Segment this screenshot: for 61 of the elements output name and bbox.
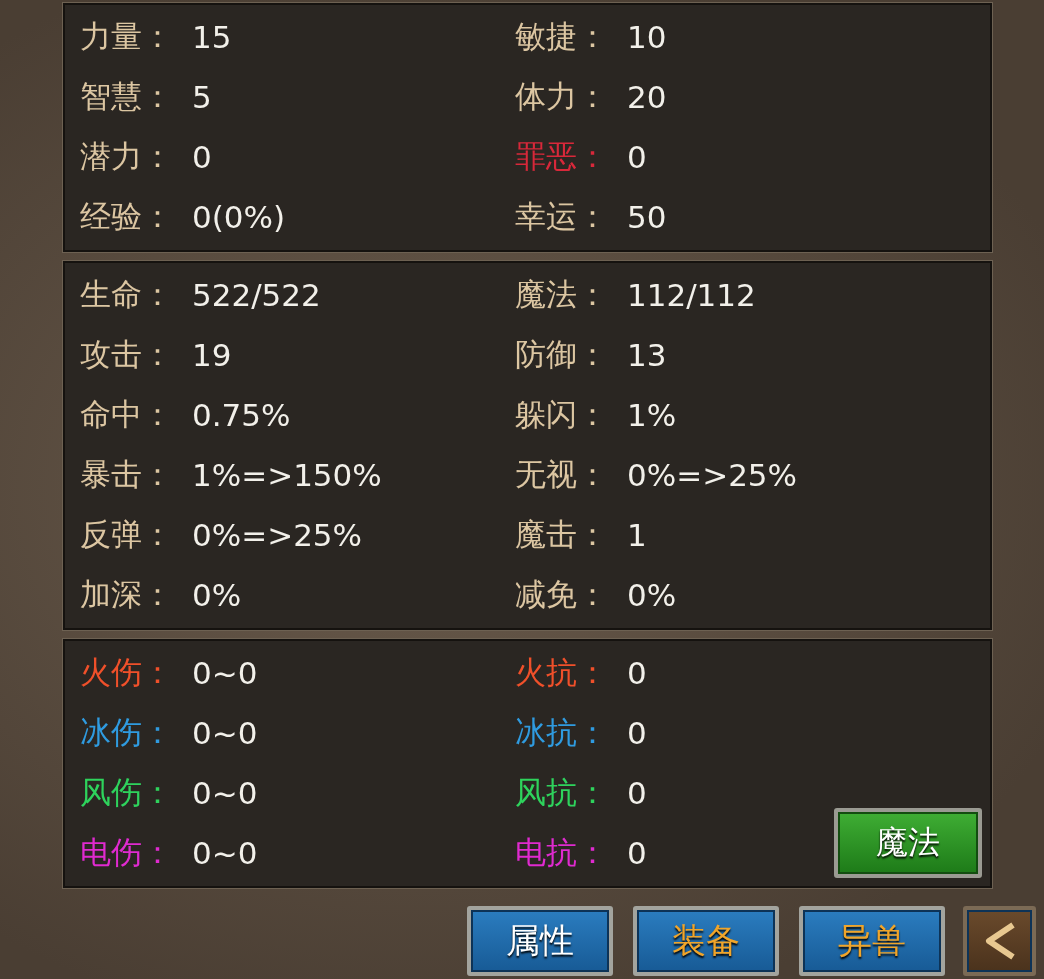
stat-value: 0	[627, 775, 647, 811]
stat-value: 0%=>25%	[627, 457, 798, 493]
stat-label: 暴击：	[80, 455, 174, 494]
stat-label: 力量：	[80, 17, 174, 56]
stat-value: 19	[192, 337, 232, 373]
stat-value: 1%	[627, 397, 677, 433]
stat-value: 0	[627, 139, 647, 175]
stat-value: 13	[627, 337, 667, 373]
stat-label: 冰抗：	[515, 713, 609, 752]
stat-label: 敏捷：	[515, 17, 609, 56]
stat-value: 0~0	[192, 715, 258, 751]
stat-label: 火伤：	[80, 653, 174, 692]
stat-label: 加深：	[80, 575, 174, 614]
stat-label: 电伤：	[80, 833, 174, 872]
stat-value: 0.75%	[192, 397, 291, 433]
stat-label: 生命：	[80, 275, 174, 314]
stat-label: 罪恶：	[515, 137, 609, 176]
stat-label: 防御：	[515, 335, 609, 374]
stat-value: 15	[192, 19, 232, 55]
stat-value: 0	[627, 835, 647, 871]
stat-value: 0(0%)	[192, 199, 286, 235]
stat-value: 50	[627, 199, 667, 235]
stat-label: 命中：	[80, 395, 174, 434]
stat-value: 0	[627, 715, 647, 751]
stat-label: 体力：	[515, 77, 609, 116]
stat-value: 0%	[627, 577, 677, 613]
stat-value: 20	[627, 79, 667, 115]
stat-label: 无视：	[515, 455, 609, 494]
stat-label: 反弹：	[80, 515, 174, 554]
stat-label: 躲闪：	[515, 395, 609, 434]
back-button[interactable]	[963, 906, 1036, 976]
stat-label: 风抗：	[515, 773, 609, 812]
stat-value: 5	[192, 79, 212, 115]
stat-value: 1	[627, 517, 647, 553]
stat-label: 冰伤：	[80, 713, 174, 752]
stat-label: 火抗：	[515, 653, 609, 692]
tab[interactable]: 装备	[633, 906, 779, 976]
stat-label: 减免：	[515, 575, 609, 614]
stat-value: 0	[192, 139, 212, 175]
stat-value: 112/112	[627, 277, 756, 313]
stat-value: 522/522	[192, 277, 321, 313]
magic-button[interactable]: 魔法	[834, 808, 982, 878]
stat-value: 1%=>150%	[192, 457, 382, 493]
stat-value: 0~0	[192, 655, 258, 691]
stat-label: 风伤：	[80, 773, 174, 812]
stat-value: 0~0	[192, 835, 258, 871]
stat-value: 0%	[192, 577, 242, 613]
stat-value: 0%=>25%	[192, 517, 363, 553]
stat-label: 经验：	[80, 197, 174, 236]
stat-label: 智慧：	[80, 77, 174, 116]
stat-label: 电抗：	[515, 833, 609, 872]
stat-value: 10	[627, 19, 667, 55]
tab[interactable]: 属性	[467, 906, 613, 976]
stat-value: 0~0	[192, 775, 258, 811]
stat-label: 幸运：	[515, 197, 609, 236]
stat-label: 魔击：	[515, 515, 609, 554]
stat-label: 潜力：	[80, 137, 174, 176]
stat-label: 魔法：	[515, 275, 609, 314]
stat-label: 攻击：	[80, 335, 174, 374]
tab[interactable]: 异兽	[799, 906, 945, 976]
stat-value: 0	[627, 655, 647, 691]
